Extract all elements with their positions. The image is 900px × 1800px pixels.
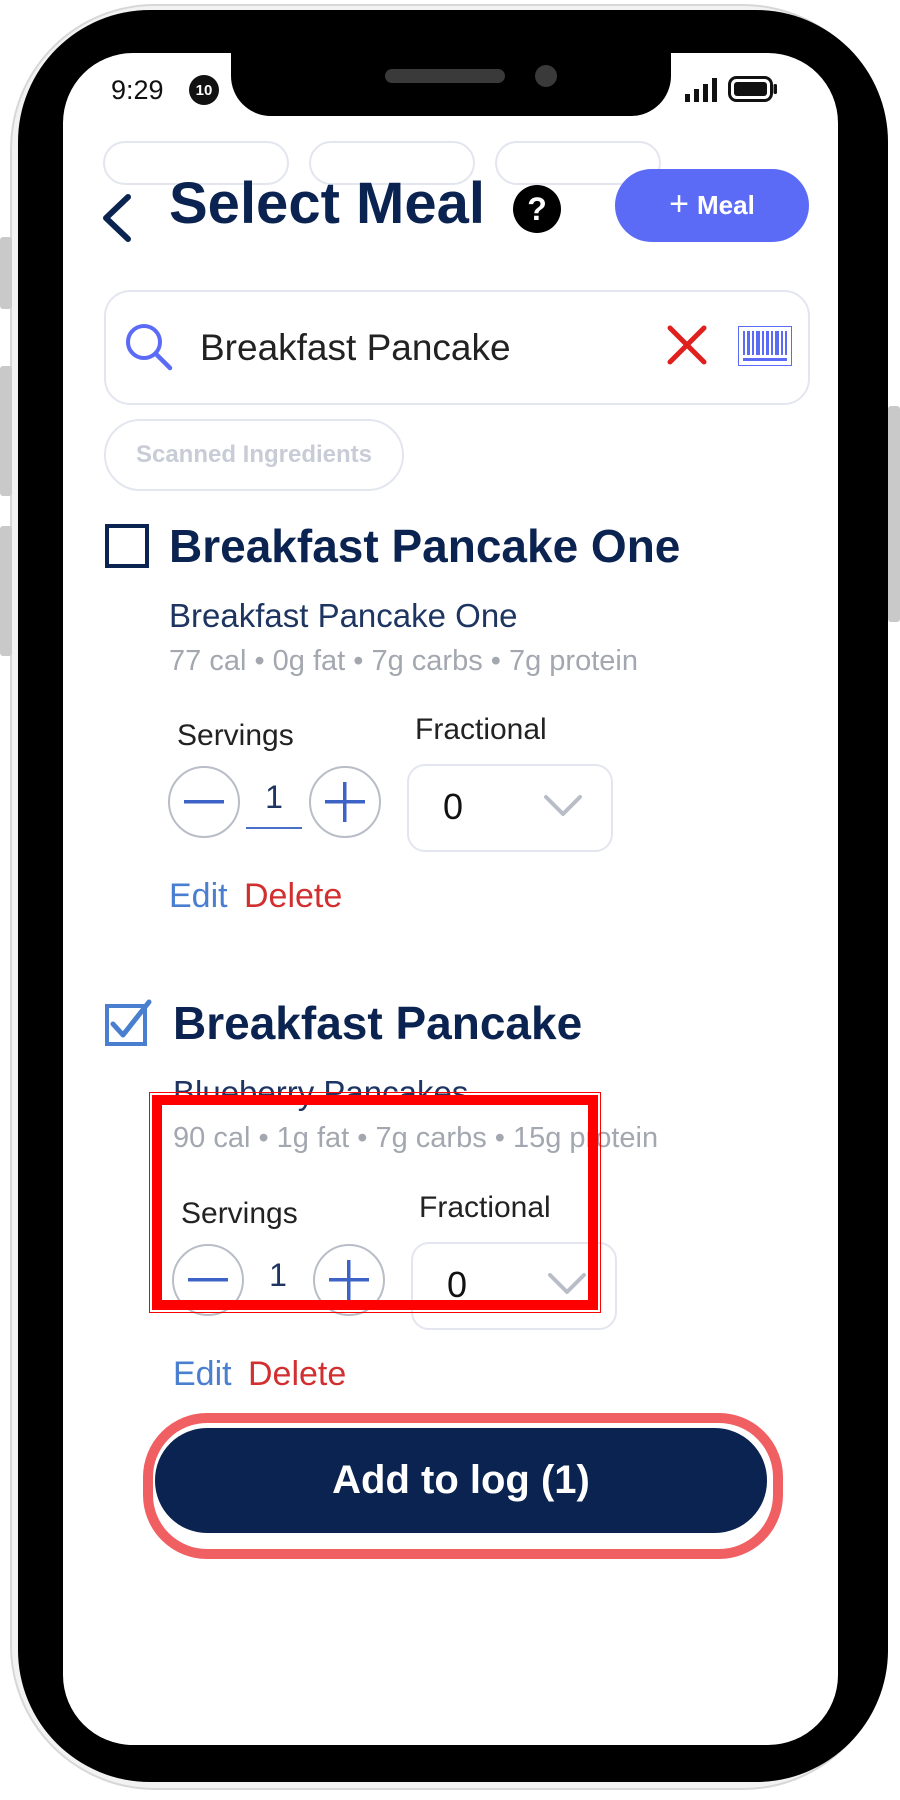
help-button[interactable]: ? (513, 185, 561, 233)
delete-link[interactable]: Delete (244, 877, 342, 916)
power-button (888, 406, 900, 622)
notch (231, 53, 671, 116)
meal-title: Breakfast Pancake One (169, 520, 681, 572)
increment-button[interactable] (309, 766, 381, 838)
edit-link[interactable]: Edit (169, 877, 228, 916)
edit-link[interactable]: Edit (173, 1355, 232, 1394)
decrement-button[interactable] (168, 766, 240, 838)
meal-subtitle: Breakfast Pancake One (169, 597, 518, 634)
battery-icon (728, 76, 777, 102)
meal-title: Breakfast Pancake (173, 997, 583, 1049)
servings-label: Servings (177, 719, 294, 752)
chevron-left-icon (103, 194, 131, 242)
fractional-select[interactable]: 0 (407, 764, 613, 852)
meal-nutrition: 77 cal • 0g fat • 7g carbs • 7g protein (169, 645, 638, 677)
chevron-down-icon (544, 795, 582, 816)
servings-value[interactable]: 1 (246, 769, 302, 829)
front-camera (535, 65, 557, 87)
search-box (104, 290, 810, 405)
back-button[interactable] (91, 183, 141, 253)
fractional-value: 0 (443, 786, 464, 827)
scanned-ingredients-chip[interactable]: Scanned Ingredients (104, 419, 404, 491)
signal-icon (685, 78, 717, 102)
plus-icon: + (669, 185, 690, 223)
barcode-icon[interactable] (738, 326, 792, 366)
question-icon: ? (527, 190, 547, 227)
delete-link[interactable]: Delete (248, 1355, 346, 1394)
speaker (385, 69, 505, 83)
close-icon[interactable] (666, 324, 708, 366)
servings-highlight-box (149, 1092, 601, 1313)
add-meal-button[interactable]: + Meal (615, 169, 809, 242)
page-title: Select Meal (169, 171, 485, 236)
status-time: 9:29 (111, 75, 164, 105)
volume-up-button (0, 366, 12, 496)
add-meal-label: Meal (697, 190, 755, 220)
search-icon (126, 324, 173, 371)
notification-badge: 10 (189, 75, 219, 105)
checkbox-checked-icon[interactable] (104, 998, 154, 1048)
minus-icon (184, 800, 224, 804)
search-input[interactable] (200, 318, 600, 378)
checkbox-unchecked-icon[interactable] (104, 523, 154, 573)
mute-switch (0, 237, 12, 309)
add-to-log-button[interactable]: Add to log (1) (155, 1428, 767, 1533)
fractional-label: Fractional (415, 713, 547, 746)
volume-down-button (0, 526, 12, 656)
plus-icon (325, 782, 365, 822)
phone-screen: 9:29 10 Select Meal ? + Meal Breakfast P… (63, 53, 838, 1745)
